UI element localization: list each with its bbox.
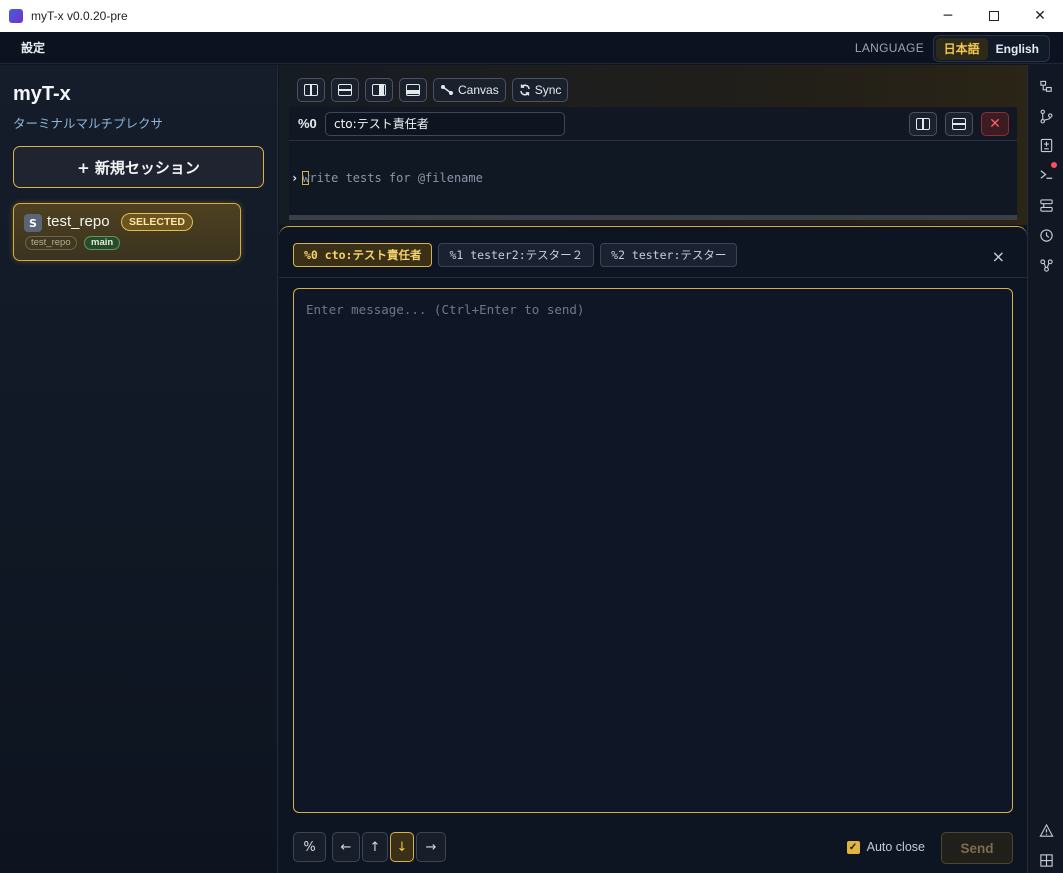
arrow-right-key-button[interactable]: → (416, 832, 446, 862)
arrow-up-icon: ↑ (369, 839, 381, 855)
window-titlebar: myT-x v0.0.20-pre ─ ✕ (0, 0, 1063, 32)
session-type-badge: S (24, 214, 42, 232)
layout-bottom-icon (406, 84, 420, 96)
pane-header: %0 cto:テスト責任者 ✕ (289, 107, 1017, 141)
sync-button[interactable]: Sync (511, 78, 569, 102)
arrow-left-key-button[interactable]: ← (332, 832, 360, 862)
notification-dot (1051, 162, 1057, 168)
app-subtitle: ターミナルマルチプレクサ (13, 116, 164, 131)
sidebar: myT-x ターミナルマルチプレクサ + 新規セッション S test_repo… (0, 65, 278, 873)
pane-area: Canvas Sync %0 cto:テスト責任者 ✕ › write tests… (279, 65, 1027, 225)
divider (279, 277, 1027, 278)
language-label: LANGUAGE (854, 41, 924, 55)
canvas-label: Canvas (458, 83, 499, 97)
percent-key-button[interactable]: % (293, 832, 326, 862)
app-logo-icon (9, 9, 23, 23)
arrow-up-key-button[interactable]: ↑ (362, 832, 388, 862)
pane-split-horizontal-button[interactable] (945, 112, 973, 136)
window-title: myT-x v0.0.20-pre (31, 9, 128, 23)
layout-right-icon (372, 84, 386, 96)
target-pane-tabs: %0 cto:テスト責任者 %1 tester2:テスター２ %2 tester… (293, 243, 738, 267)
language-japanese-button[interactable]: 日本語 (935, 37, 988, 60)
main-area: Canvas Sync %0 cto:テスト責任者 ✕ › write tests… (279, 65, 1027, 873)
language-switcher: 日本語 English (932, 35, 1050, 62)
activity-bar (1027, 65, 1063, 873)
message-input[interactable]: Enter message... (Ctrl+Enter to send) (293, 288, 1013, 813)
maximize-icon (989, 11, 999, 21)
message-footer: % ← ↑ ↓ → ✓ Auto close Send (293, 832, 1013, 864)
history-icon[interactable] (1038, 227, 1054, 243)
git-branch-icon[interactable] (1038, 108, 1054, 124)
tab-pane-0[interactable]: %0 cto:テスト責任者 (293, 243, 433, 267)
pane-close-button[interactable]: ✕ (981, 112, 1009, 136)
menubar: 設定 LANGUAGE 日本語 English (0, 32, 1063, 64)
session-card[interactable]: S test_repo SELECTED test_repo main (13, 203, 241, 261)
team-icon[interactable] (1038, 257, 1054, 273)
terminal-prompt: › write tests for @filename (291, 171, 483, 185)
canvas-icon (441, 85, 453, 95)
tab-pane-1[interactable]: %1 tester2:テスター２ (438, 243, 595, 267)
sync-label: Sync (534, 83, 562, 97)
arrow-right-icon: → (425, 839, 437, 855)
split-horizontal-icon (952, 118, 966, 130)
arrow-down-icon: ↓ (396, 839, 408, 855)
split-horizontal-icon (338, 84, 352, 96)
session-name: test_repo (47, 213, 110, 230)
layout-toolbar: Canvas Sync (297, 78, 569, 102)
prompt-placeholder: write tests for @filename (302, 171, 483, 185)
auto-close-checkbox[interactable]: ✓ (846, 840, 860, 854)
split-horizontal-button[interactable] (331, 78, 359, 102)
diff-icon[interactable] (1038, 137, 1054, 153)
new-session-button[interactable]: + 新規セッション (13, 146, 264, 188)
pane-id: %0 (298, 116, 317, 131)
pane-actions: ✕ (909, 112, 1009, 136)
minimize-button[interactable]: ─ (925, 0, 971, 32)
layout-icon[interactable] (1038, 197, 1054, 213)
warning-icon[interactable] (1038, 822, 1054, 838)
file-tree-icon[interactable] (1038, 79, 1054, 95)
close-window-button[interactable]: ✕ (1017, 0, 1063, 32)
selected-badge: SELECTED (121, 213, 194, 231)
close-icon: ✕ (1034, 8, 1046, 24)
canvas-button[interactable]: Canvas (433, 78, 506, 102)
pane-resize-handle[interactable] (289, 215, 1017, 220)
grid-icon[interactable] (1038, 852, 1054, 868)
arrow-down-key-button[interactable]: ↓ (390, 832, 414, 862)
split-vertical-button[interactable] (297, 78, 325, 102)
message-panel: %0 cto:テスト責任者 %1 tester2:テスター２ %2 tester… (279, 226, 1027, 873)
close-icon: ✕ (989, 116, 1001, 132)
arrow-left-icon: ← (340, 839, 352, 855)
layout-bottom-button[interactable] (399, 78, 427, 102)
settings-menu[interactable]: 設定 (21, 39, 45, 56)
minimize-icon: ─ (943, 8, 953, 24)
split-vertical-icon (916, 118, 930, 130)
layout-right-button[interactable] (365, 78, 393, 102)
message-panel-close-icon[interactable]: × (992, 247, 1005, 266)
language-english-button[interactable]: English (988, 38, 1047, 60)
auto-close-label: Auto close (866, 840, 925, 854)
tab-pane-2[interactable]: %2 tester:テスター (600, 243, 738, 267)
sync-icon (519, 84, 530, 96)
terminal-icon[interactable] (1038, 162, 1057, 182)
branch-tag: main (84, 236, 121, 250)
terminal-pane[interactable]: › write tests for @filename (289, 141, 1017, 215)
prompt-chevron-icon: › (291, 171, 299, 185)
pane-split-vertical-button[interactable] (909, 112, 937, 136)
pane-title-input[interactable]: cto:テスト責任者 (325, 112, 565, 136)
send-button[interactable]: Send (941, 832, 1013, 864)
repo-tag: test_repo (25, 236, 77, 250)
maximize-button[interactable] (971, 0, 1017, 32)
auto-close-toggle[interactable]: ✓ Auto close (846, 840, 925, 854)
app-name: myT-x (13, 83, 71, 105)
percent-icon: % (303, 839, 316, 855)
split-vertical-icon (304, 84, 318, 96)
